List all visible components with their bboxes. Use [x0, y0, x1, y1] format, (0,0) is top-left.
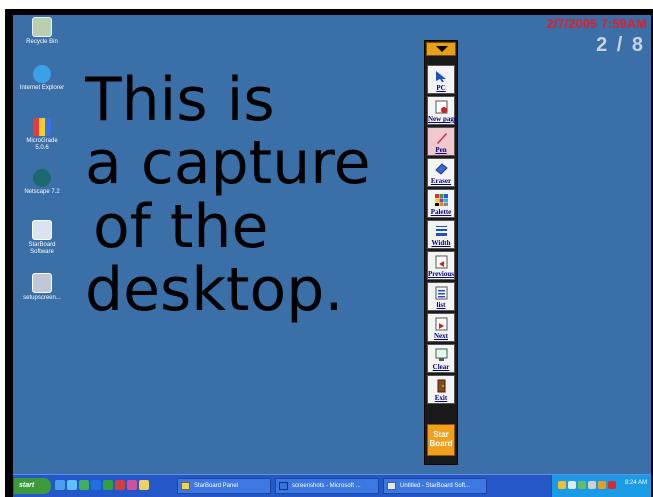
panel-collapse-handle[interactable]: [426, 42, 456, 56]
tool-list-button[interactable]: list: [427, 282, 455, 311]
desktop-icon-setupscreen[interactable]: setupscreen...: [15, 273, 69, 302]
desktop-icon-recycle-bin[interactable]: Recycle Bin: [19, 17, 65, 46]
desktop-icon-label: StarBoard Software: [28, 242, 56, 255]
desktop-icon-netscape[interactable]: Netscape 7.2: [19, 169, 65, 196]
tool-exit-button[interactable]: Exit: [427, 375, 455, 404]
desktop: Recycle Bin Internet Explorer MicroGrade…: [13, 15, 651, 474]
tool-label: Pen: [435, 146, 447, 154]
tray-app-icon[interactable]: [558, 481, 566, 489]
tray-network-icon[interactable]: [578, 481, 586, 489]
tray-volume-icon[interactable]: [588, 481, 596, 489]
tool-width-button[interactable]: Width: [427, 220, 455, 249]
desktop-icon-starboard-software[interactable]: StarBoard Software: [19, 220, 65, 256]
taskbar: start StarBoard Panel screenshots - Micr…: [13, 474, 651, 497]
tool-next-button[interactable]: Next: [427, 313, 455, 342]
handwriting-line-4: desktop.: [85, 255, 343, 325]
tool-label: Eraser: [430, 177, 452, 185]
logo-text-line-2: Board: [429, 439, 453, 448]
page-indicator: 2 / 8: [596, 34, 645, 56]
taskbar-item-starboard-software[interactable]: Untitled - StarBoard Soft...: [383, 478, 487, 494]
tool-new-page-button[interactable]: New page: [427, 96, 457, 125]
taskbar-item-label: screenshots - Microsoft ...: [292, 483, 361, 489]
folder-icon: [181, 482, 190, 490]
starboard-tool-panel: PC New page Pen Eraser Palette Width Pre…: [424, 40, 458, 465]
start-button[interactable]: start: [14, 478, 51, 494]
netscape-icon: [33, 169, 51, 187]
handwritten-annotation: This is a capture of the desktop.: [85, 65, 371, 325]
tool-label: Palette: [430, 208, 452, 216]
micrograde-icon: [33, 118, 51, 136]
tool-eraser-button[interactable]: Eraser: [427, 158, 455, 187]
page-list-icon: [435, 286, 448, 300]
exit-door-icon: [437, 379, 446, 393]
handwriting-line-1: This is: [85, 65, 275, 135]
tool-label: PC: [436, 84, 446, 92]
desktop-icon-label: Recycle Bin: [26, 39, 58, 45]
tool-label: Next: [434, 332, 448, 340]
tool-palette-button[interactable]: Palette: [427, 189, 455, 218]
tool-pen-button[interactable]: Pen: [427, 127, 455, 156]
starboard-logo: Star Board: [427, 424, 455, 456]
tool-label: Clear: [432, 363, 450, 371]
quick-launch-powerpoint-icon[interactable]: [115, 480, 125, 490]
quick-launch-word-icon[interactable]: [91, 480, 101, 490]
setup-program-icon: [32, 273, 52, 293]
taskbar-item-label: StarBoard Panel: [194, 483, 239, 489]
tool-label: list: [436, 301, 446, 309]
taskbar-item-label: Untitled - StarBoard Soft...: [400, 483, 471, 489]
taskbar-clock[interactable]: 8:24 AM: [625, 480, 647, 486]
tool-label: New page: [428, 115, 457, 123]
desktop-icon-label: Internet Explorer: [19, 85, 65, 91]
taskbar-item-starboard-panel[interactable]: StarBoard Panel: [177, 478, 271, 494]
tool-label: Previous: [428, 270, 454, 278]
desktop-icon-label: Netscape 7.2: [24, 189, 60, 195]
pen-icon: [437, 133, 447, 144]
starboard-software-icon: [32, 220, 52, 240]
tool-previous-button[interactable]: Previous: [427, 251, 455, 280]
palette-icon: [435, 194, 448, 206]
quick-launch-desktop-icon[interactable]: [67, 480, 77, 490]
handwriting-line-3: of the: [93, 192, 268, 262]
tool-label: Width: [431, 239, 451, 247]
screenshot-frame: Recycle Bin Internet Explorer MicroGrade…: [0, 0, 653, 497]
quick-launch-excel-icon[interactable]: [103, 480, 113, 490]
quick-launch-ie-icon[interactable]: [55, 480, 65, 490]
handwriting-line-2: a capture: [85, 128, 371, 198]
quick-launch-folder-icon[interactable]: [139, 480, 149, 490]
tray-security-icon[interactable]: [598, 481, 606, 489]
eraser-icon: [435, 163, 448, 175]
next-page-icon: [435, 317, 448, 331]
tool-clear-button[interactable]: Clear: [427, 344, 455, 373]
pc-mouse-icon: [436, 71, 446, 82]
line-width-icon: [436, 226, 447, 236]
desktop-icon-internet-explorer[interactable]: Internet Explorer: [19, 65, 65, 92]
tray-alert-icon[interactable]: [608, 481, 616, 489]
starboard-app-icon: [387, 482, 396, 490]
taskbar-item-screenshots[interactable]: screenshots - Microsoft ...: [275, 478, 379, 494]
quick-launch-media-icon[interactable]: [79, 480, 89, 490]
new-page-icon: [435, 100, 448, 114]
recycle-bin-icon: [32, 17, 52, 37]
clear-screen-icon: [435, 348, 448, 361]
quick-launch-app-icon[interactable]: [127, 480, 137, 490]
previous-page-icon: [435, 255, 448, 269]
logo-text-line-1: Star: [433, 430, 449, 439]
desktop-icon-micrograde[interactable]: MicroGrade 5.0.6: [19, 118, 65, 152]
tray-monitor-icon[interactable]: [568, 481, 576, 489]
word-document-icon: [279, 482, 288, 490]
collapse-arrow-icon: [436, 46, 448, 52]
desktop-icon-label: setupscreen...: [23, 295, 61, 301]
datetime-stamp: 2/7/2005 7:59AM: [546, 16, 647, 31]
desktop-icon-label: MicroGrade 5.0.6: [26, 138, 58, 151]
tool-pc-button[interactable]: PC: [427, 65, 455, 94]
system-tray: 8:24 AM: [551, 475, 651, 497]
internet-explorer-icon: [33, 65, 51, 83]
tool-label: Exit: [434, 394, 448, 402]
